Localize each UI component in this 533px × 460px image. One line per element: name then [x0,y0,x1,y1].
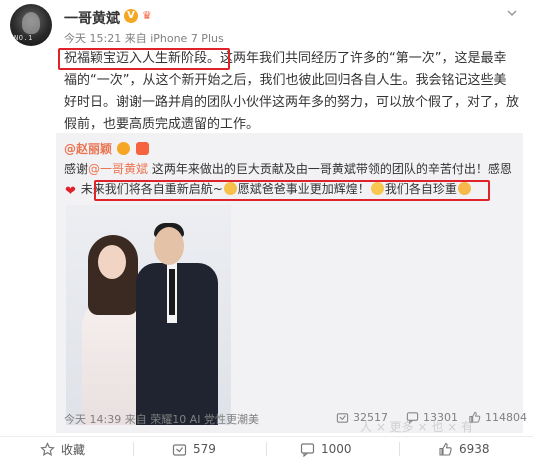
post-meta: 今天 15:21 来自 iPhone 7 Plus [64,32,224,45]
repost-author[interactable]: @赵丽颖 [64,142,112,156]
heart-emoji: ❤ [65,184,76,199]
action-bar: 收藏 579 1000 6938 [0,436,533,460]
author-name[interactable]: 一哥黄斌 [64,8,120,28]
divider [399,442,400,456]
favorite-label: 收藏 [61,442,86,457]
divider [266,442,267,456]
level-icon: ♛ [142,9,152,22]
like-count-value: 114804 [485,411,527,424]
repost-meta: 今天 14:39 来自 荣耀10 AI 党性更潮美 [64,413,259,426]
repost-mention[interactable]: @一哥黄斌 [88,162,148,176]
photo-figure [169,269,175,315]
like-icon [439,442,452,456]
avatar-figure [22,12,40,34]
highlight-box [94,180,490,201]
vip-badge-icon [116,142,130,155]
photo-figure [136,263,218,425]
repost-icon [172,443,187,456]
repost-photo[interactable] [66,205,231,425]
avatar[interactable]: NO.1 [10,4,52,46]
avatar-text: NO.1 [14,34,33,42]
repost-button-count: 579 [193,442,216,456]
highlight-box [58,48,230,70]
comment-button-count: 1000 [321,442,352,456]
repost-block: @赵丽颖 感谢@一哥黄斌 这两年来做出的巨大贡献及由一哥黄斌带领的团队的辛苦付出… [56,133,527,433]
comment-icon [300,442,315,457]
comment-button[interactable]: 1000 [300,437,352,460]
watermark: 人 × 更多 × 也 × 有 [360,420,474,434]
vip-badge-icon: V [124,9,138,23]
divider [133,442,134,456]
level-icon [135,142,149,155]
favorite-icon [40,441,55,456]
repost-text-2: 这两年来做出的巨大贡献及由一哥黄斌带领的团队的辛苦付出！感恩 [148,162,512,176]
favorite-button[interactable]: 收藏 [40,437,85,460]
dropdown-icon[interactable] [505,6,519,20]
like-button-count: 6938 [459,442,490,456]
repost-text-1: 感谢 [64,162,89,176]
photo-figure [98,245,126,279]
repost-icon [336,413,349,423]
like-button[interactable]: 6938 [438,437,490,460]
photo-figure [154,227,184,265]
repost-button[interactable]: 579 [172,437,216,460]
like-count[interactable]: 114804 [468,411,527,424]
